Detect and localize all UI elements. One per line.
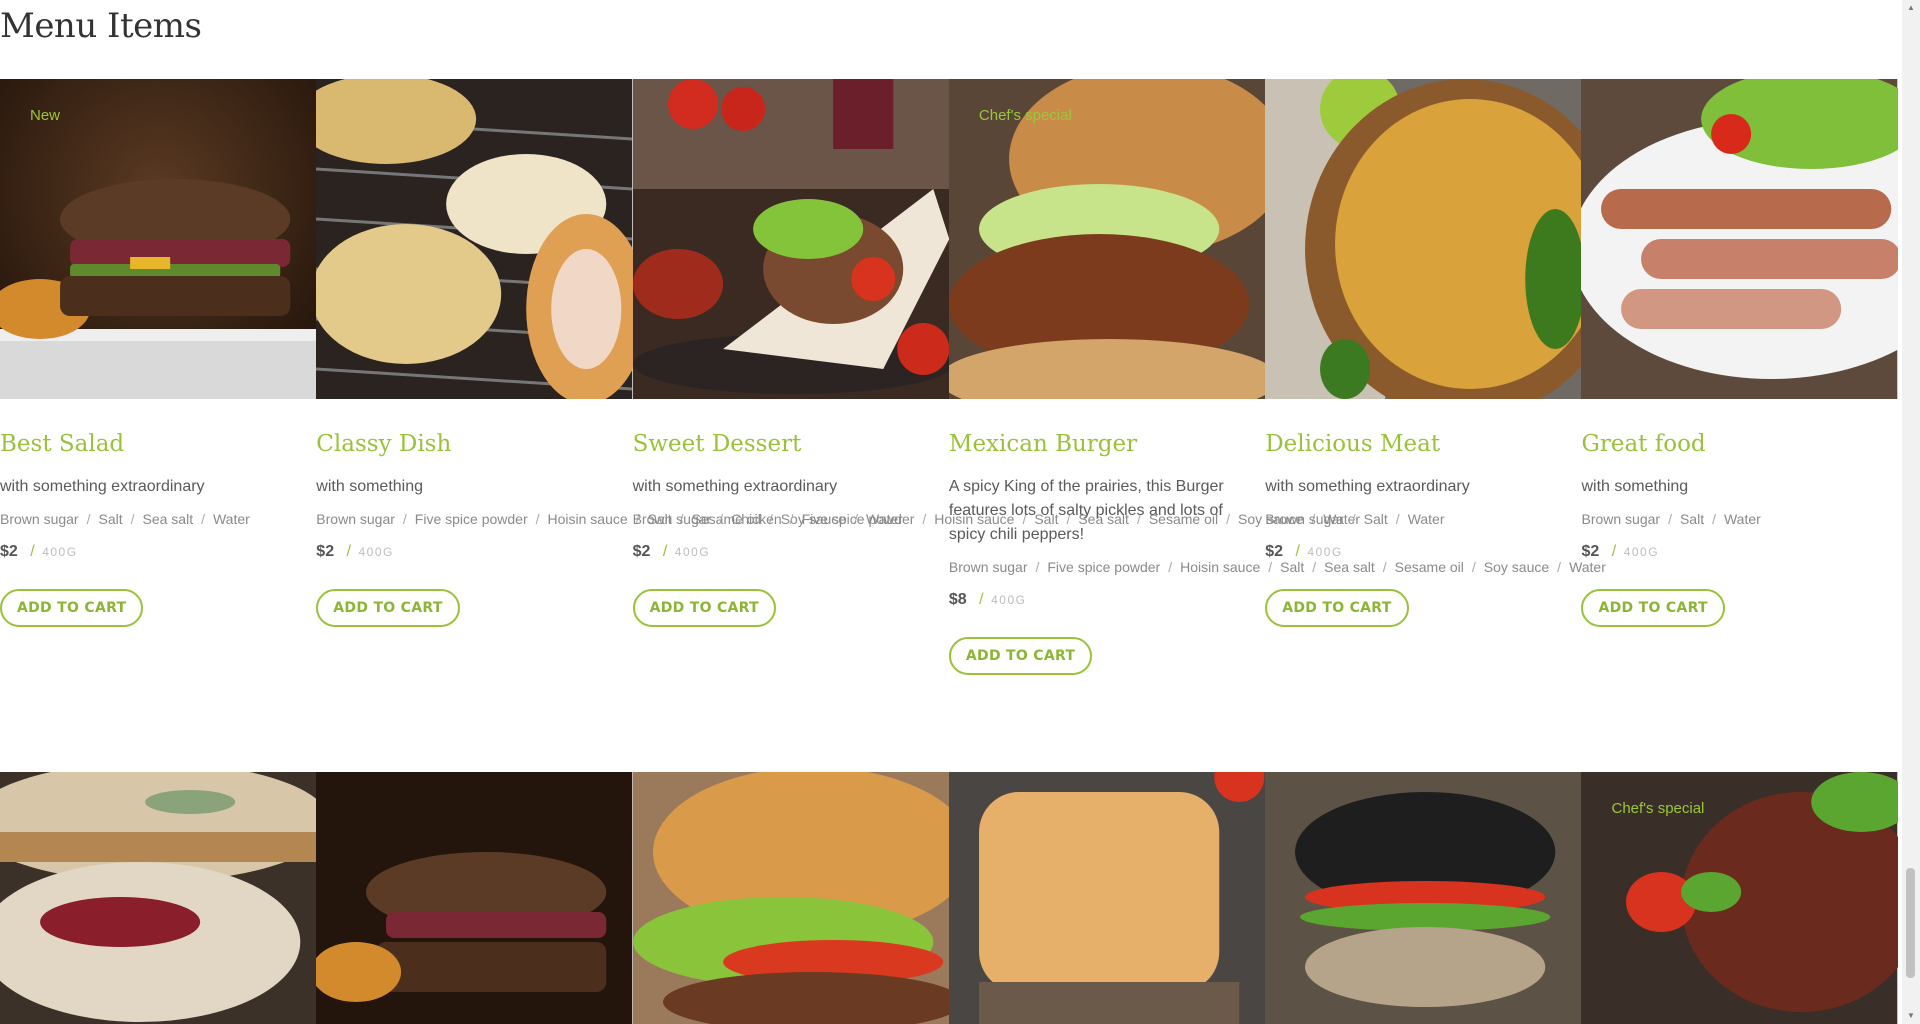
ingredient-list: Brown sugar / Salt / Sea salt / Water [0,511,250,527]
ingredient: Salt [1363,511,1388,527]
item-title[interactable]: Best Salad [0,431,316,457]
price-line: $2 /400G [633,543,949,561]
menu-card: Sweet Dessert with something extraordina… [632,79,1361,675]
item-weight: /400G [979,591,1027,608]
menu-card: Classy Dish with something Brown sugar / F… [316,79,903,675]
add-to-cart-button[interactable]: ADD TO CART [948,637,1093,675]
menu-card [1265,772,1582,1024]
ingredient: Water [1407,511,1445,527]
food-photo[interactable] [0,772,317,1024]
item-weight: /400G [1611,543,1660,560]
item-title[interactable]: Sweet Dessert [633,431,949,457]
item-weight: /400G [30,543,78,560]
ingredient: Brown sugar [0,511,79,527]
ingredient-list: Brown sugar / Five spice powder / Hoisin sau… [316,511,903,527]
item-price: $2 [1581,543,1600,560]
item-title[interactable]: Delicious Meat [1265,431,1581,457]
food-photo[interactable] [632,79,949,399]
item-description: with something [316,478,424,495]
food-photo[interactable] [316,772,633,1024]
page-title: Menu Items [0,6,202,46]
menu-card: Great food with something Brown sugar / Sa… [1581,79,1898,675]
ingredient: Water [212,511,250,527]
item-weight: /400G [346,543,394,560]
item-price: $8 [948,591,967,608]
item-weight: /400G [662,543,711,560]
menu-card [948,772,1266,1024]
ingredient: Brown sugar [948,559,1028,575]
menu-card: Chef's special [1581,772,1898,1024]
item-title[interactable]: Classy Dish [316,431,632,457]
ingredient: Brown sugar [316,511,395,527]
ingredient: Hoisin sauce [1180,559,1261,575]
item-description: A spicy King of the prairies, this Burge… [948,478,1224,543]
ingredient: Water [1723,511,1761,527]
add-to-cart-button[interactable]: ADD TO CART [1581,589,1725,627]
ingredient: Brown sugar [632,511,712,527]
food-photo[interactable] [316,79,633,399]
item-price: $2 [1265,543,1283,560]
ingredient: Five spice powder [1047,559,1161,575]
menu-card: New Best Salad with something extraordin… [0,79,317,675]
ingredient-list: Brown sugar / Five spice powder / Hoisin sau… [948,559,1606,575]
scroll-up-icon[interactable]: ▲ [1902,0,1920,16]
item-title[interactable]: Mexican Burger [949,431,1265,457]
ingredient: Hoisin sauce [547,511,628,527]
add-to-cart-button[interactable]: ADD TO CART [0,589,144,627]
ingredient-list: Brown sugar / Salt / Water [1265,511,1445,527]
price-line: $2 /400G [316,543,632,561]
food-photo[interactable]: Chef's special [948,79,1266,399]
menu-card [0,772,317,1024]
item-title[interactable]: Great food [1581,431,1897,457]
ingredient: Brown sugar [1581,511,1661,527]
item-badge: New [30,107,61,124]
add-to-cart-button[interactable]: ADD TO CART [1265,589,1409,627]
ingredient: Salt [98,511,123,527]
food-photo[interactable] [948,772,1266,1024]
ingredient-list: Brown sugar / Chicken / Five spice powder / Ho… [632,511,1361,527]
ingredient: Five spice powder [801,511,915,527]
add-to-cart-button[interactable]: ADD TO CART [632,589,776,627]
ingredient: Chicken [731,511,782,527]
item-badge: Chef's special [1611,800,1705,817]
menu-card: Delicious Meat with something extraordin… [1265,79,1582,675]
menu-card [316,772,633,1024]
vertical-scrollbar[interactable]: ▲ ▼ [1902,0,1920,1024]
item-price: $2 [316,543,335,560]
item-description: with something [1581,478,1689,495]
food-photo[interactable] [1581,79,1898,399]
ingredient: Salt [1679,511,1705,527]
price-line: $2 /400G [1265,543,1581,561]
ingredient-list: Brown sugar / Salt / Water [1581,511,1761,527]
price-line: $2 /400G [1581,543,1897,561]
item-description: with something extraordinary [0,478,205,495]
item-description: with something extraordinary [1265,478,1470,495]
item-badge: Chef's special [978,107,1072,124]
scroll-down-icon[interactable]: ▼ [1902,1008,1920,1024]
food-photo[interactable] [1265,772,1582,1024]
item-description: with something extraordinary [632,478,838,495]
menu-grid-row-1: New Best Salad with something extraordin… [0,79,1898,675]
ingredient: Five spice powder [414,511,528,527]
menu-card: Chef's special Mexican Burger A spicy Ki… [948,79,1606,675]
menu-grid-row-2: Chef's special [0,772,1898,1024]
food-photo[interactable]: New [0,79,317,399]
add-to-cart-button[interactable]: ADD TO CART [316,589,460,627]
price-line: $2 /400G [0,543,316,561]
ingredient: Brown sugar [1265,511,1344,527]
scrollbar-thumb[interactable] [1906,868,1915,978]
menu-card [632,772,949,1024]
price-line: $8 /400G [949,591,1265,609]
item-price: $2 [632,543,651,560]
ingredient: Sea salt [142,511,194,527]
food-photo[interactable] [632,772,949,1024]
item-weight: /400G [1295,543,1343,560]
item-price: $2 [0,543,18,560]
food-photo[interactable]: Chef's special [1581,772,1898,1024]
food-photo[interactable] [1265,79,1582,399]
